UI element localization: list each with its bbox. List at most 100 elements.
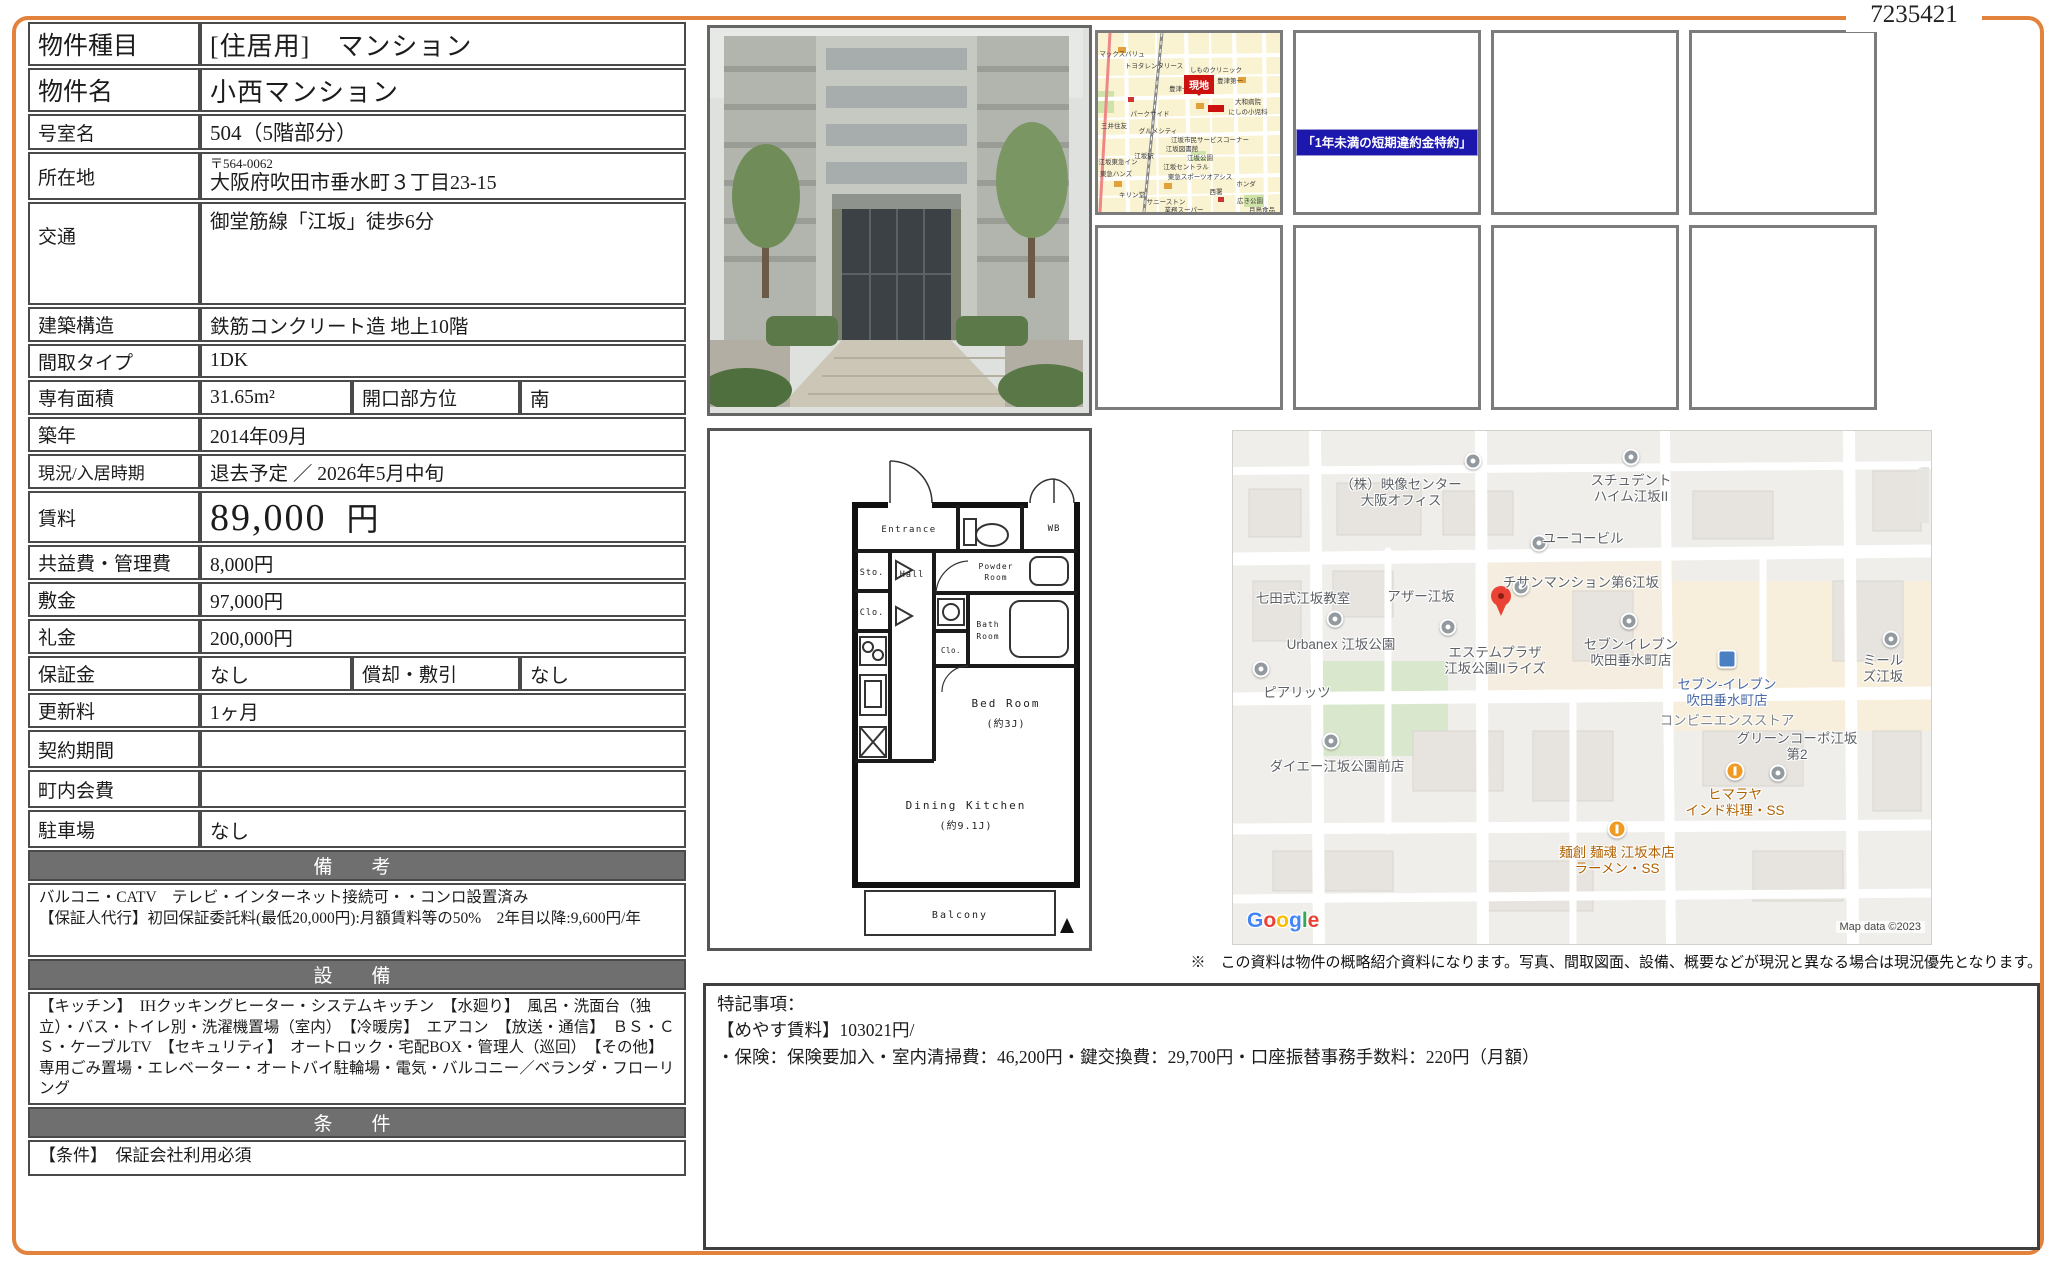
special-notes-title: 特記事項： [717,991,2026,1017]
destination-pin-icon [1489,586,1513,620]
field-value: 退去予定 ／ 2026年5月中旬 [200,454,686,489]
map-poi-icon [1440,619,1457,636]
field-label: 物件種目 [28,22,200,66]
plan-label-clo2: Clo. [941,646,961,655]
map-label: 麺創 麺魂 江坂本店 ラーメン・SS [1559,845,1675,877]
table-row: 【キッチン】 IHクッキングヒーター・システムキッチン 【水廻り】 風呂・洗面台… [28,992,686,1105]
property-table: 物件種目 [住居用] マンション 物件名 小西マンション 号室名 504（5階部… [28,20,686,1178]
map-poi-icon [1770,765,1787,782]
field-label: 償却・敷引 [352,656,520,691]
map-thumb-label: トヨタレンタリース [1125,60,1183,70]
map-poi-icon [1718,650,1737,669]
map-thumb-label: マックスバリュ [1099,48,1144,58]
table-row: バルコニ・CATV テレビ・インターネット接続可・・コンロ設置済み 【保証人代行… [28,883,686,957]
google-logo-letter: o [1263,909,1276,932]
conditions-header: 条 件 [28,1107,686,1138]
google-logo-letter: g [1289,909,1302,932]
genchi-marker [1208,105,1224,112]
field-label: 現況/入居時期 [28,454,200,489]
field-value: 小西マンション [200,68,686,112]
map-label: コンビニエンスストア [1660,713,1795,729]
rent-amount: 89,000 [210,497,327,539]
map-thumb-label: しものクリニック [1190,64,1242,74]
field-value: なし [200,656,352,691]
special-notes-box: 特記事項： 【めやす賃料】103021円/ ・保険：保険要加入・室内清掃費：46… [703,983,2040,1250]
map-thumb-label: ホンダ [1236,178,1256,188]
field-value: 鉄筋コンクリート造 地上10階 [200,307,686,342]
field-label: 物件名 [28,68,200,112]
google-logo-letter: G [1247,909,1263,932]
remarks-header: 備 考 [28,850,686,881]
conditions-text: 【条件】 保証会社利用必須 [28,1140,686,1176]
special-notes-line1: 【めやす賃料】103021円/ [717,1017,2026,1043]
plan-label-bedroom-size: (約3J) [986,717,1025,730]
map-thumb-label: にしの小児科 [1229,106,1268,116]
field-value: 200,000円 [200,619,686,654]
map-label: グリーンコーポ江坂第2 [1730,731,1864,763]
field-value: 2014年09月 [200,417,686,452]
field-value: 1DK [200,344,686,378]
map-thumb-label: 業務スーパー [1165,204,1204,214]
thumbnail-cell-empty [1689,225,1877,410]
map-poi-icon [1465,453,1482,470]
genchi-badge: 現地 [1184,75,1214,94]
map-thumb-label: キリン堂 [1119,189,1145,199]
map-thumb-label: 江坂駅 [1134,150,1154,160]
field-value [200,730,686,768]
table-row: 設 備 [28,959,686,990]
map-poi-icon [1608,820,1627,839]
map-thumbnail: マックスバリュトヨタレンタリースしものクリニック豊津第一豊津一小大和病院にしの小… [1095,30,1283,215]
plan-label-dk: Dining Kitchen [906,799,1027,812]
map-label: チサンマンション第6江坂 [1503,575,1659,591]
plan-label-dk-size: (約9.1J) [939,819,992,832]
field-value [200,770,686,808]
map-label: ユーコービル [1543,531,1624,547]
map-label: ヒマラヤ インド料理・SS [1685,787,1784,819]
floor-plan: Entrance Sto. Hall Clo. Powder Room WB B… [707,428,1092,951]
document-id: 7235421 [1846,0,1982,32]
map-label: セブンイレブン 吹田垂水町店 [1584,637,1679,669]
table-row: 礼金 200,000円 [28,619,686,654]
address: 大阪府吹田市垂水町３丁目23-15 [210,172,676,195]
field-label: 開口部方位 [352,380,520,415]
plan-label-powder1: Powder [979,562,1014,571]
map-label: Urbanex 江坂公園 [1287,637,1396,653]
map-thumb-label: パークサイド [1131,108,1170,118]
field-value: 31.65m² [200,380,352,415]
floor-plan-drawing: Entrance Sto. Hall Clo. Powder Room WB B… [710,431,1083,942]
map-copyright: Map data ©2023 [1836,921,1926,933]
equipment-header: 設 備 [28,959,686,990]
thumbnail-cell-empty [1491,225,1679,410]
table-row: 賃料 89,000円 [28,491,686,543]
map-label: ピアリッツ [1263,685,1331,701]
table-row: 物件名 小西マンション [28,68,686,112]
field-label: 町内会費 [28,770,200,808]
table-row: 建築構造 鉄筋コンクリート造 地上10階 [28,307,686,342]
field-label: 号室名 [28,114,200,150]
map-label: ダイエー江坂公園前店 [1270,759,1405,775]
map-thumb-label: 江坂セントラル [1163,161,1209,171]
map-poi-icon [1253,661,1270,678]
table-row: 敷金 97,000円 [28,582,686,617]
map-label: アザー江坂 [1387,589,1455,605]
thumbnail-cell-empty [1689,30,1877,215]
table-row: 築年 2014年09月 [28,417,686,452]
field-label: 賃料 [28,491,200,543]
plan-label-powder2: Room [984,573,1007,582]
map-thumb-label: 大和病院 [1235,96,1261,106]
remarks-text: バルコニ・CATV テレビ・インターネット接続可・・コンロ設置済み 【保証人代行… [28,883,686,957]
table-row: 所在地 〒564-0062 大阪府吹田市垂水町３丁目23-15 [28,152,686,200]
map-label: ミールズ江坂 [1859,653,1907,685]
field-label: 駐車場 [28,810,200,848]
map-poi-icon [1323,733,1340,750]
postal-code: 〒564-0062 [210,157,676,171]
map-label: セブン-イレブン 吹田垂水町店 [1678,677,1777,709]
plan-label-bath2: Room [976,632,999,641]
disclaimer-text: ※ この資料は物件の概略紹介資料になります。写真、間取図面、設備、概要などが現況… [1000,951,2042,972]
property-flyer: 7235421 物件種目 [住居用] マンション 物件名 小西マンション 号室名… [0,0,2056,1265]
map-thumb-label: 月島食品 [1249,204,1275,214]
field-label: 保証金 [28,656,200,691]
building-photo [707,25,1092,416]
field-value: 8,000円 [200,545,686,580]
table-row: 号室名 504（5階部分） [28,114,686,150]
